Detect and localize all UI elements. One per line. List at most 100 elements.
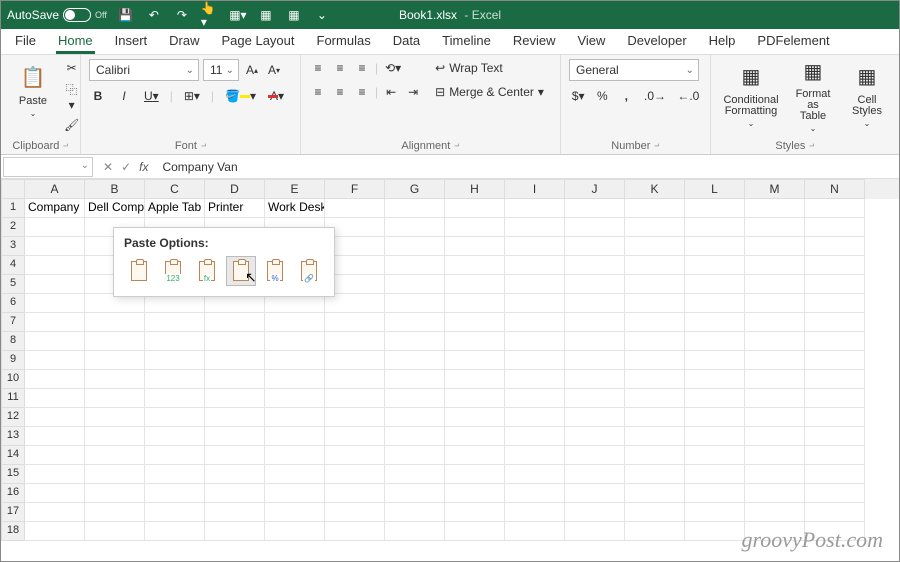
cell[interactable]: [385, 370, 445, 389]
cell[interactable]: [445, 484, 505, 503]
cell[interactable]: [505, 294, 565, 313]
cell[interactable]: [205, 465, 265, 484]
cell[interactable]: [385, 237, 445, 256]
cell[interactable]: [25, 427, 85, 446]
cell[interactable]: [685, 503, 745, 522]
cell[interactable]: [325, 503, 385, 522]
new-icon[interactable]: ▦▾: [229, 6, 247, 24]
cell[interactable]: Work Desk: [265, 199, 325, 218]
tab-help[interactable]: Help: [707, 29, 738, 54]
cell[interactable]: [85, 389, 145, 408]
cell[interactable]: [385, 351, 445, 370]
cancel-formula-icon[interactable]: ✕: [103, 160, 113, 174]
cell[interactable]: [685, 408, 745, 427]
decrease-indent-button[interactable]: ⇤: [382, 83, 400, 101]
cell[interactable]: [685, 522, 745, 541]
cell[interactable]: [505, 199, 565, 218]
paste-option-values[interactable]: 123: [158, 256, 188, 286]
cell[interactable]: [265, 389, 325, 408]
cell[interactable]: [325, 389, 385, 408]
cell[interactable]: [745, 503, 805, 522]
cell[interactable]: [505, 275, 565, 294]
cell[interactable]: [565, 275, 625, 294]
column-header-M[interactable]: M: [745, 179, 805, 199]
paste-option-formatting[interactable]: %: [260, 256, 290, 286]
cell[interactable]: [445, 351, 505, 370]
column-header-G[interactable]: G: [385, 179, 445, 199]
align-center-button[interactable]: ≡: [331, 83, 349, 101]
row-header[interactable]: 13: [1, 427, 25, 446]
cell[interactable]: [685, 427, 745, 446]
cell[interactable]: Company: [25, 199, 85, 218]
tab-insert[interactable]: Insert: [113, 29, 150, 54]
cell[interactable]: [805, 237, 865, 256]
decrease-decimal-button[interactable]: ←.0: [675, 87, 702, 105]
cell[interactable]: [505, 503, 565, 522]
cell[interactable]: [625, 484, 685, 503]
cell[interactable]: [805, 446, 865, 465]
cell[interactable]: [625, 237, 685, 256]
enter-formula-icon[interactable]: ✓: [121, 160, 131, 174]
format-painter-button[interactable]: 🖌: [61, 116, 82, 134]
cell[interactable]: [745, 446, 805, 465]
cell[interactable]: [685, 484, 745, 503]
underline-button[interactable]: U ▾: [141, 87, 162, 105]
touch-mode-icon[interactable]: 👆▾: [201, 6, 219, 24]
save-icon[interactable]: 💾: [117, 6, 135, 24]
cell[interactable]: [505, 389, 565, 408]
cell[interactable]: [565, 465, 625, 484]
cell[interactable]: [745, 294, 805, 313]
cell[interactable]: [625, 294, 685, 313]
cell[interactable]: [25, 465, 85, 484]
cell[interactable]: [85, 446, 145, 465]
cell[interactable]: [685, 332, 745, 351]
cell[interactable]: [145, 446, 205, 465]
cell[interactable]: [565, 294, 625, 313]
cell[interactable]: [505, 313, 565, 332]
fill-color-button[interactable]: 🪣▾: [222, 87, 259, 105]
orientation-button[interactable]: ⟲▾: [382, 59, 404, 77]
pivot-icon[interactable]: ▦: [285, 6, 303, 24]
formula-bar[interactable]: Company Van: [156, 160, 899, 174]
cell[interactable]: [745, 408, 805, 427]
cell[interactable]: [745, 199, 805, 218]
cell[interactable]: [325, 332, 385, 351]
cell[interactable]: [445, 237, 505, 256]
select-all-corner[interactable]: [1, 179, 25, 199]
tab-file[interactable]: File: [13, 29, 38, 54]
cell[interactable]: [565, 484, 625, 503]
cell[interactable]: [445, 446, 505, 465]
row-header[interactable]: 2: [1, 218, 25, 237]
align-middle-button[interactable]: ≡: [331, 59, 349, 77]
cell[interactable]: [145, 484, 205, 503]
cell[interactable]: [445, 256, 505, 275]
tab-view[interactable]: View: [575, 29, 607, 54]
cell[interactable]: [505, 427, 565, 446]
cell[interactable]: [85, 427, 145, 446]
cell[interactable]: [445, 275, 505, 294]
cell[interactable]: [805, 313, 865, 332]
cell[interactable]: [505, 484, 565, 503]
column-header-K[interactable]: K: [625, 179, 685, 199]
cell[interactable]: [565, 408, 625, 427]
cell[interactable]: [25, 522, 85, 541]
cell[interactable]: [625, 370, 685, 389]
align-top-button[interactable]: ≡: [309, 59, 327, 77]
cell[interactable]: [805, 199, 865, 218]
paste-button[interactable]: 📋 Paste ⌄: [9, 59, 57, 120]
cell[interactable]: [325, 351, 385, 370]
cell[interactable]: [685, 294, 745, 313]
paste-option-link[interactable]: 🔗: [294, 256, 324, 286]
cell[interactable]: [565, 446, 625, 465]
cell[interactable]: [745, 389, 805, 408]
copy-button[interactable]: ⿻▾: [61, 79, 82, 114]
cell[interactable]: [805, 427, 865, 446]
cell[interactable]: [445, 522, 505, 541]
cell[interactable]: [625, 446, 685, 465]
cell[interactable]: [385, 465, 445, 484]
merge-center-button[interactable]: ⊟ Merge & Center ▾: [432, 83, 547, 101]
cell[interactable]: [85, 503, 145, 522]
cell[interactable]: [385, 484, 445, 503]
cell[interactable]: [745, 313, 805, 332]
column-header-A[interactable]: A: [25, 179, 85, 199]
